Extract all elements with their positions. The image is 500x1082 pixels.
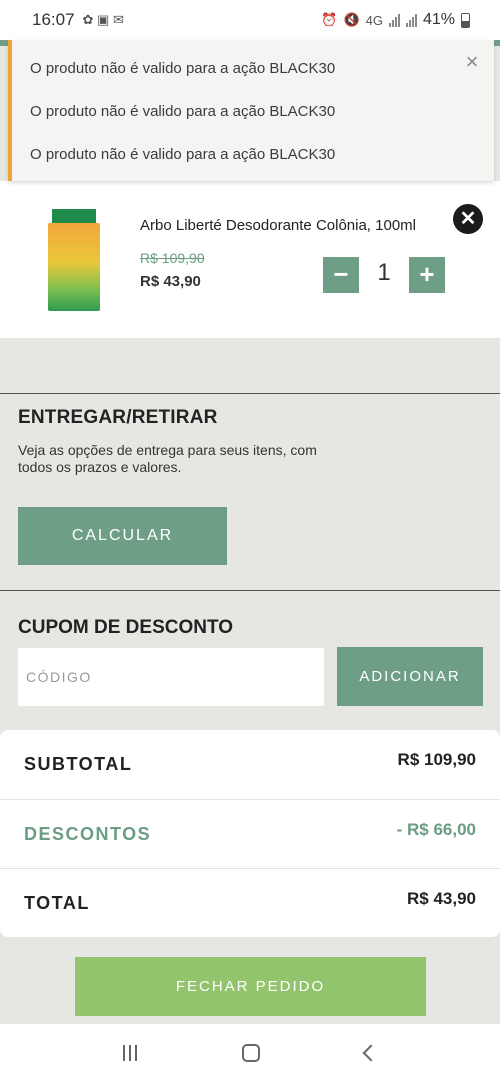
- signal-icon: [388, 13, 400, 27]
- subtotal-row: SUBTOTAL R$ 109,90: [0, 730, 500, 799]
- system-nav-bar: [0, 1024, 500, 1082]
- status-left: 16:07 ✿ ▣ ✉: [32, 10, 124, 30]
- delivery-title: ENTREGAR/RETIRAR: [18, 407, 218, 428]
- product-name[interactable]: Arbo Liberté Desodorante Colônia, 100ml: [140, 217, 416, 234]
- mute-icon: 🔇: [343, 12, 360, 27]
- battery-icon: [461, 12, 470, 28]
- clock: 16:07: [32, 10, 75, 29]
- toast-message: O produto não é valido para a ação BLACK…: [30, 146, 336, 163]
- increase-quantity-button[interactable]: +: [409, 257, 445, 293]
- alarm-icon: ⏰: [321, 12, 338, 27]
- discount-label: DESCONTOS: [24, 824, 152, 844]
- total-value: R$ 43,90: [407, 889, 476, 908]
- coupon-code-input[interactable]: [18, 648, 324, 706]
- decrease-quantity-button[interactable]: −: [323, 257, 359, 293]
- delivery-description: Veja as opções de entrega para seus iten…: [18, 442, 317, 475]
- status-bar: 16:07 ✿ ▣ ✉ ⏰ 🔇 4G 41%: [0, 0, 500, 40]
- close-icon[interactable]: ×: [462, 51, 482, 73]
- section-divider: [0, 590, 500, 591]
- home-icon[interactable]: [241, 1044, 260, 1062]
- discount-row: DESCONTOS - R$ 66,00: [0, 799, 500, 868]
- back-icon[interactable]: [362, 1044, 380, 1062]
- calculate-shipping-button[interactable]: CALCULAR: [18, 507, 227, 565]
- order-summary: SUBTOTAL R$ 109,90 DESCONTOS - R$ 66,00 …: [0, 730, 500, 937]
- quantity-value: 1: [377, 259, 391, 286]
- toast-message: O produto não é valido para a ação BLACK…: [30, 103, 336, 120]
- signal-icon-2: [405, 13, 417, 27]
- remove-item-button[interactable]: ✕: [453, 204, 483, 234]
- checkout-button[interactable]: FECHAR PEDIDO: [75, 957, 426, 1016]
- add-coupon-button[interactable]: ADICIONAR: [337, 647, 483, 706]
- discount-value: - R$ 66,00: [396, 820, 476, 839]
- network-label: 4G: [365, 12, 383, 28]
- product-image[interactable]: [48, 209, 100, 311]
- subtotal-value: R$ 109,90: [397, 750, 476, 769]
- error-toast: O produto não é valido para a ação BLACK…: [8, 40, 494, 181]
- old-price: R$ 109,90: [140, 250, 205, 266]
- subtotal-label: SUBTOTAL: [24, 754, 133, 774]
- toast-message: O produto não é valido para a ação BLACK…: [30, 60, 336, 77]
- coupon-title: CUPOM DE DESCONTO: [18, 617, 234, 638]
- total-label: TOTAL: [24, 893, 90, 913]
- current-price: R$ 43,90: [140, 273, 201, 290]
- total-row: TOTAL R$ 43,90: [0, 868, 500, 937]
- battery-percent: 41%: [422, 11, 455, 28]
- notification-icons: ✿ ▣ ✉: [82, 12, 124, 27]
- status-right: ⏰ 🔇 4G 41%: [321, 11, 470, 29]
- cart-item: Arbo Liberté Desodorante Colônia, 100ml …: [0, 181, 500, 338]
- recent-apps-icon[interactable]: [122, 1045, 137, 1061]
- section-divider: [0, 393, 500, 394]
